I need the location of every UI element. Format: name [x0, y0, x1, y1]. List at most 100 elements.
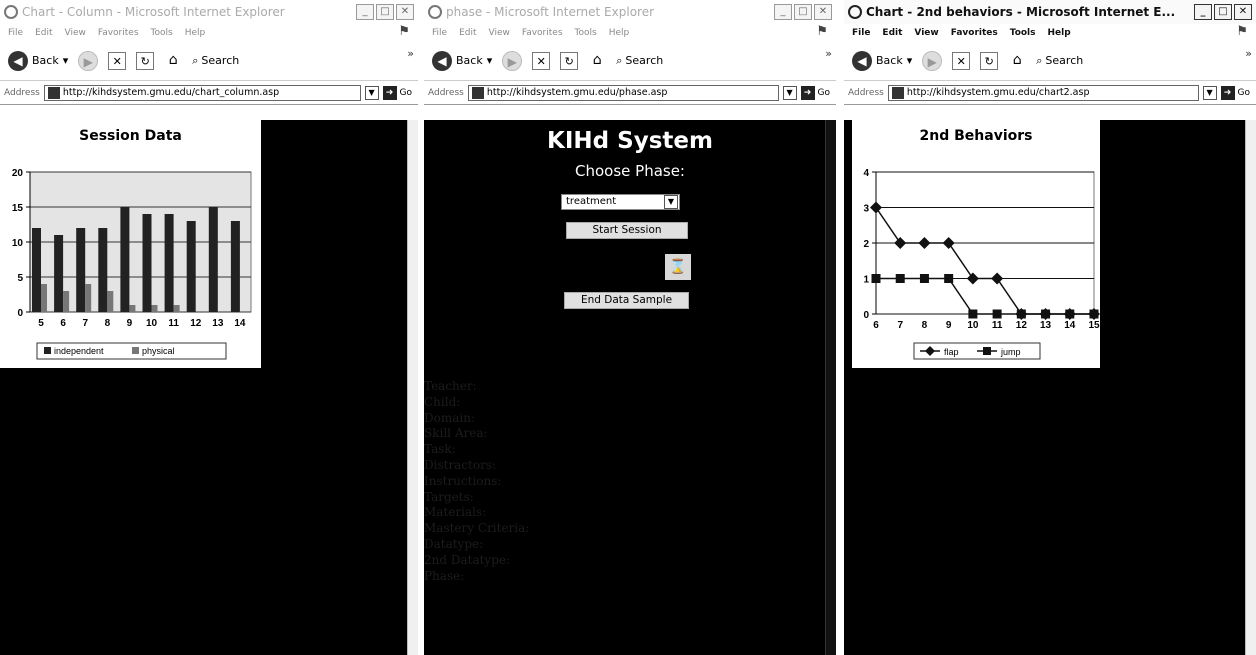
- minimize-button[interactable]: _: [774, 4, 792, 20]
- address-dropdown-icon[interactable]: ▼: [782, 85, 797, 100]
- title-bar[interactable]: Chart - Column - Microsoft Internet Expl…: [0, 0, 418, 24]
- menu-edit[interactable]: Edit: [459, 28, 476, 38]
- menu-help[interactable]: Help: [609, 28, 630, 38]
- stop-button[interactable]: ✕: [532, 51, 551, 70]
- maximize-button[interactable]: □: [794, 4, 812, 20]
- go-label: Go: [399, 87, 412, 98]
- menu-file[interactable]: File: [852, 28, 870, 38]
- search-button[interactable]: ⌕ Search: [192, 54, 239, 68]
- back-button[interactable]: ◀ Back ▾: [432, 50, 493, 71]
- title-bar[interactable]: phase - Microsoft Internet Explorer _ □ …: [424, 0, 836, 24]
- back-button[interactable]: ◀ Back ▾: [8, 50, 69, 71]
- stop-button[interactable]: ✕: [108, 51, 127, 70]
- refresh-button[interactable]: ↻: [136, 51, 155, 70]
- toolbar-chevron-icon[interactable]: »: [407, 47, 414, 60]
- go-button[interactable]: ➜ Go: [382, 85, 418, 100]
- y-tick-label: 2: [863, 239, 869, 250]
- x-tick-label: 6: [60, 318, 66, 329]
- back-dropdown-icon[interactable]: ▾: [907, 54, 913, 67]
- search-icon: ⌕: [192, 53, 199, 67]
- title-bar[interactable]: Chart - 2nd behaviors - Microsoft Intern…: [844, 0, 1256, 24]
- search-button[interactable]: ⌕ Search: [1036, 54, 1083, 68]
- back-button[interactable]: ◀ Back ▾: [852, 50, 913, 71]
- address-input[interactable]: http://kihdsystem.gmu.edu/phase.asp: [467, 84, 779, 101]
- vertical-scrollbar[interactable]: [825, 120, 836, 655]
- toolbar-chevron-icon[interactable]: »: [825, 47, 832, 60]
- session-info-line: 2nd Datatype:: [424, 552, 511, 567]
- go-button[interactable]: ➜ Go: [1220, 85, 1256, 100]
- home-button[interactable]: ⌂: [164, 52, 182, 70]
- back-dropdown-icon[interactable]: ▾: [487, 54, 493, 67]
- bar-independent: [76, 228, 86, 312]
- menu-view[interactable]: View: [65, 28, 86, 38]
- menu-favorites[interactable]: Favorites: [951, 28, 998, 38]
- search-label: Search: [201, 54, 240, 67]
- y-tick-label: 20: [12, 168, 24, 179]
- address-input[interactable]: http://kihdsystem.gmu.edu/chart_column.a…: [43, 84, 361, 101]
- x-tick-label: 14: [234, 318, 246, 329]
- address-label: Address: [4, 87, 40, 98]
- forward-button[interactable]: ▶: [78, 50, 99, 71]
- home-button[interactable]: ⌂: [1008, 52, 1026, 70]
- menu-file[interactable]: File: [8, 28, 23, 38]
- menu-help[interactable]: Help: [1048, 28, 1071, 38]
- menu-view[interactable]: View: [914, 28, 938, 38]
- address-dropdown-icon[interactable]: ▼: [364, 85, 379, 100]
- close-button[interactable]: ✕: [1234, 4, 1252, 20]
- page-icon: [471, 86, 484, 99]
- stop-button[interactable]: ✕: [952, 51, 971, 70]
- menu-tools[interactable]: Tools: [151, 28, 173, 38]
- forward-button[interactable]: ▶: [502, 50, 523, 71]
- point-jump: [1041, 309, 1051, 319]
- bar-independent: [208, 207, 218, 312]
- phase-select[interactable]: treatment ▼: [561, 194, 680, 210]
- close-button[interactable]: ✕: [396, 4, 414, 20]
- bar-physical: [107, 291, 114, 312]
- back-dropdown-icon[interactable]: ▾: [63, 54, 69, 67]
- menu-view[interactable]: View: [489, 28, 510, 38]
- menu-tools[interactable]: Tools: [1010, 28, 1036, 38]
- vertical-scrollbar[interactable]: [407, 120, 418, 655]
- session-info-line: Targets:: [424, 489, 474, 504]
- y-tick-label: 15: [12, 203, 24, 214]
- session-info-line: Child:: [424, 394, 461, 409]
- page-content: KIHd System Choose Phase: treatment ▼ St…: [424, 120, 836, 655]
- menu-favorites[interactable]: Favorites: [522, 28, 563, 38]
- search-button[interactable]: ⌕ Search: [616, 54, 663, 68]
- page-content: Session Data 0 5 10 15 20 5 6 7 8 9 10 11 12 13 14 inde…: [0, 120, 418, 655]
- bar-independent: [98, 228, 108, 312]
- legend-label-independent: independent: [54, 346, 104, 356]
- toolbar-chevron-icon[interactable]: »: [1245, 47, 1252, 60]
- toolbar: ◀ Back ▾ ▶ ✕ ↻ ⌂ ⌕ Search »: [0, 41, 418, 80]
- menu-help[interactable]: Help: [185, 28, 206, 38]
- timer-icon[interactable]: ⌛: [665, 254, 691, 280]
- forward-button[interactable]: ▶: [922, 50, 943, 71]
- menu-tools[interactable]: Tools: [575, 28, 597, 38]
- menu-file[interactable]: File: [432, 28, 447, 38]
- menu-edit[interactable]: Edit: [35, 28, 52, 38]
- refresh-button[interactable]: ↻: [560, 51, 579, 70]
- end-data-sample-button[interactable]: End Data Sample: [564, 292, 689, 309]
- home-button[interactable]: ⌂: [588, 52, 606, 70]
- maximize-button[interactable]: □: [1214, 4, 1232, 20]
- address-dropdown-icon[interactable]: ▼: [1202, 85, 1217, 100]
- start-session-button[interactable]: Start Session: [566, 222, 688, 239]
- legend-label-physical: physical: [142, 346, 175, 356]
- close-button[interactable]: ✕: [814, 4, 832, 20]
- go-button[interactable]: ➜ Go: [800, 85, 836, 100]
- legend-label-flap: flap: [944, 347, 959, 357]
- legend-swatch-physical: [132, 347, 139, 354]
- menu-edit[interactable]: Edit: [882, 28, 902, 38]
- point-jump: [1089, 309, 1099, 319]
- session-info-line: Mastery Criteria:: [424, 521, 530, 536]
- address-input[interactable]: http://kihdsystem.gmu.edu/chart2.asp: [887, 84, 1199, 101]
- vertical-scrollbar[interactable]: [1245, 120, 1256, 655]
- refresh-button[interactable]: ↻: [980, 51, 999, 70]
- menu-favorites[interactable]: Favorites: [98, 28, 139, 38]
- search-label: Search: [1045, 54, 1084, 67]
- session-info-line: Skill Area:: [424, 426, 488, 441]
- maximize-button[interactable]: □: [376, 4, 394, 20]
- minimize-button[interactable]: _: [1194, 4, 1212, 20]
- address-bar: Address http://kihdsystem.gmu.edu/chart2…: [844, 80, 1256, 105]
- minimize-button[interactable]: _: [356, 4, 374, 20]
